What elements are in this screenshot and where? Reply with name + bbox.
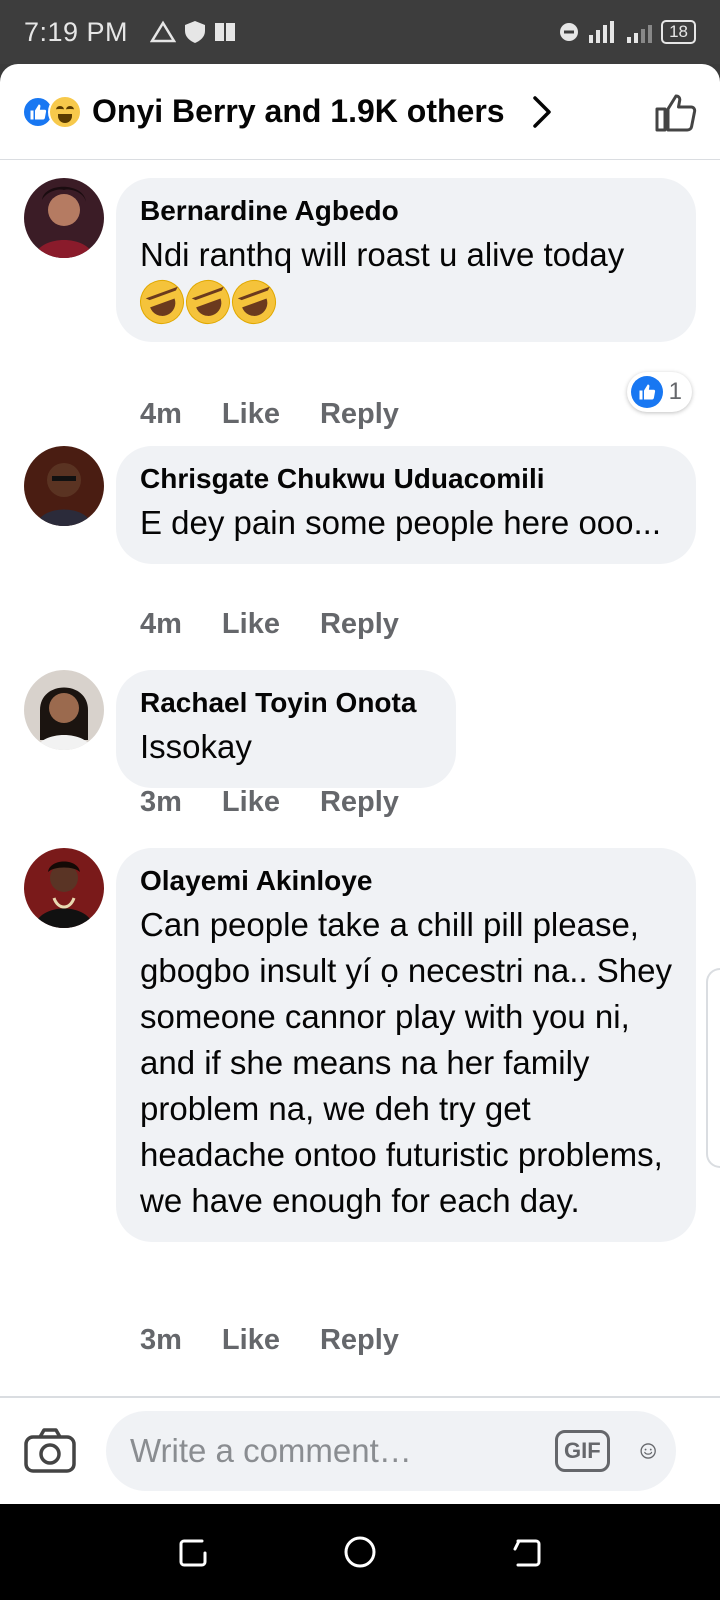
avatar[interactable] — [24, 670, 104, 750]
edge-panel-handle[interactable] — [706, 968, 720, 1168]
emoji-icon[interactable] — [640, 1429, 656, 1473]
comment-text: E dey pain some people here ooo... — [140, 504, 662, 541]
comment-input-field[interactable]: GIF — [106, 1411, 676, 1491]
comment-meta: 4m Like Reply — [140, 608, 399, 641]
comment-author[interactable]: Chrisgate Chukwu Uduacomili — [140, 462, 672, 496]
comment-meta: 3m Like Reply — [140, 1324, 399, 1357]
like-button[interactable]: Like — [222, 1324, 280, 1357]
camera-icon[interactable] — [22, 1423, 78, 1479]
status-time: 7:19 PM — [24, 16, 129, 47]
comment-reaction-count[interactable]: 1 — [626, 372, 692, 412]
like-reaction-icon — [630, 376, 663, 408]
back-icon[interactable] — [510, 1535, 544, 1569]
comment-bubble[interactable]: Bernardine Agbedo Ndi ranthq will roast … — [116, 178, 696, 342]
system-nav-bar — [0, 1504, 720, 1600]
comment-time: 3m — [140, 1324, 182, 1356]
recent-apps-icon[interactable] — [176, 1535, 210, 1569]
comment-time: 3m — [140, 786, 182, 818]
reply-button[interactable]: Reply — [320, 786, 399, 819]
alert-triangle-icon — [150, 20, 177, 43]
signal-icon — [589, 21, 615, 43]
reply-button[interactable]: Reply — [320, 608, 399, 641]
reaction-count-value: 1 — [668, 378, 682, 405]
reactions-header[interactable]: Onyi Berry and 1.9K others — [0, 64, 720, 160]
comment-bubble[interactable]: Olayemi Akinloye Can people take a chill… — [116, 848, 696, 1242]
comment-meta: 3m Like Reply — [140, 786, 399, 819]
comment-text: Issokay — [140, 728, 252, 765]
comment-text: Ndi ranthq will roast u alive today — [140, 236, 625, 273]
comment-input[interactable] — [130, 1432, 555, 1470]
avatar[interactable] — [24, 178, 104, 258]
wifi-icon — [627, 25, 653, 43]
rofl-emoji-icon — [225, 273, 283, 331]
chevron-right-icon[interactable] — [531, 95, 553, 129]
reply-button[interactable]: Reply — [320, 398, 399, 431]
like-button[interactable]: Like — [222, 608, 280, 641]
rofl-emoji-icon — [133, 273, 191, 331]
home-icon[interactable] — [342, 1534, 378, 1570]
comment-composer: GIF — [0, 1396, 720, 1504]
emoji-row — [133, 273, 672, 331]
comment-bubble[interactable]: Chrisgate Chukwu Uduacomili E dey pain s… — [116, 446, 696, 564]
comment-meta: 4m Like Reply — [140, 398, 399, 431]
comment-author[interactable]: Bernardine Agbedo — [140, 194, 672, 228]
gif-button[interactable]: GIF — [555, 1430, 610, 1472]
comments-sheet: Onyi Berry and 1.9K others Bernardine Ag… — [0, 64, 720, 1504]
like-button[interactable]: Like — [222, 398, 280, 431]
battery-icon: 18 — [661, 20, 696, 44]
reply-button[interactable]: Reply — [320, 1324, 399, 1357]
like-button[interactable]: Like — [222, 786, 280, 819]
comment-author[interactable]: Olayemi Akinloye — [140, 864, 672, 898]
comment-author[interactable]: Rachael Toyin Onota — [140, 686, 432, 720]
like-post-button[interactable] — [654, 91, 698, 133]
dnd-icon — [560, 23, 579, 41]
comment-text: Can people take a chill pill please, gbo… — [140, 906, 682, 1219]
status-bar: 7:19 PM 18 — [0, 0, 720, 64]
rofl-emoji-icon — [179, 273, 237, 331]
comment-time: 4m — [140, 398, 182, 430]
haha-reaction-icon — [48, 94, 82, 129]
reactions-label[interactable]: Onyi Berry and 1.9K others — [92, 93, 505, 130]
comment-time: 4m — [140, 608, 182, 640]
shield-icon — [185, 21, 206, 43]
avatar[interactable] — [24, 446, 104, 526]
sim-icon — [215, 23, 236, 41]
avatar[interactable] — [24, 848, 104, 928]
comment-bubble[interactable]: Rachael Toyin Onota Issokay — [116, 670, 456, 788]
